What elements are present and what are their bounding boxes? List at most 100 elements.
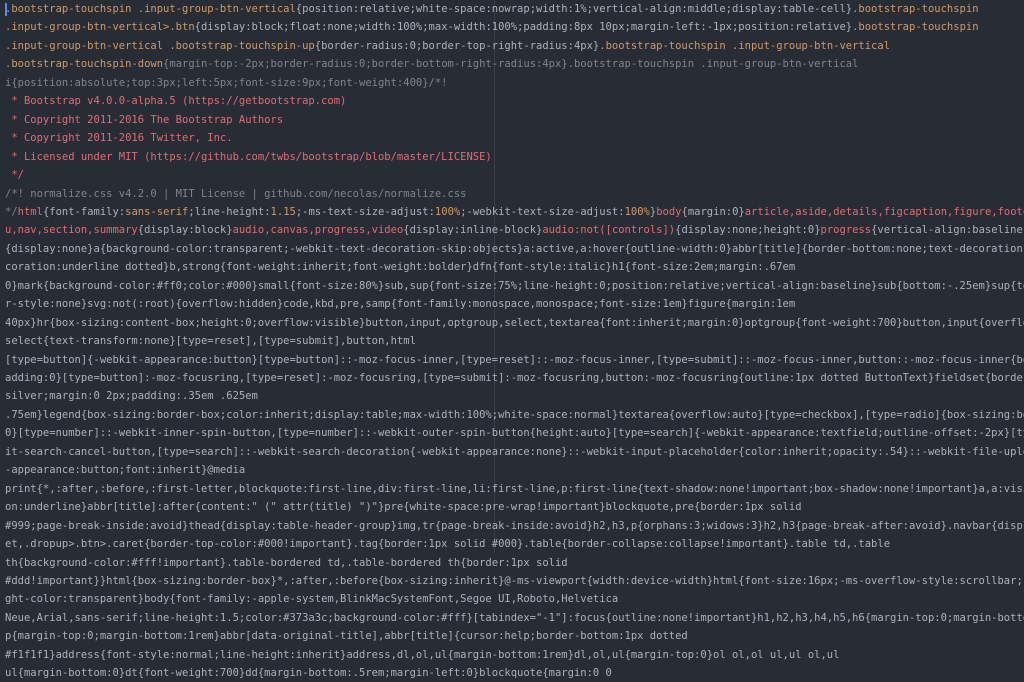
code-token: #ddd!important}}html{box-sizing:border-b… <box>5 574 1024 587</box>
code-token: [type=button]{-webkit-appearance:button}… <box>5 353 1024 366</box>
code-token: .bootstrap-touchspin-down <box>5 58 164 71</box>
code-line[interactable]: #f1f1f1}address{font-style:normal;line-h… <box>5 646 1024 664</box>
code-token: /*! normalize.css v4.2.0 | MIT License |… <box>5 187 473 200</box>
code-line[interactable]: #999;page-break-inside:avoid}thead{displ… <box>5 517 1024 535</box>
code-token: on:underline}abbr[title]:after{content:"… <box>5 501 802 514</box>
code-line[interactable]: .bootstrap-touchspin-down{margin-top:-2p… <box>5 55 1024 73</box>
code-token: {border-radius:0;border-top-right-radius… <box>314 39 600 52</box>
code-token: body <box>656 205 682 218</box>
code-line[interactable]: [type=button]{-webkit-appearance:button}… <box>5 351 1024 369</box>
code-token: et,.dropup>.btn>.caret{border-top-color:… <box>5 538 891 551</box>
code-token: .bootstrap-touchspin .input-group-btn-ve… <box>599 39 891 52</box>
code-token: audio,canvas,progress,video <box>232 224 404 237</box>
code-line[interactable]: * Licensed under MIT (https://github.com… <box>5 148 1024 166</box>
code-line[interactable]: -appearance:button;font:inherit}@media <box>5 461 1024 479</box>
code-token: {display:block} <box>137 224 233 237</box>
code-token: {margin:0} <box>681 205 745 218</box>
code-line[interactable]: ght-color:transparent}body{font-family:-… <box>5 590 1024 608</box>
code-token: ul{margin-bottom:0}dt{font-weight:700}dd… <box>5 667 612 680</box>
code-token: .bootstrap-touchspin <box>852 3 979 15</box>
code-line[interactable]: on:underline}abbr[title]:after{content:"… <box>5 498 1024 516</box>
code-line[interactable]: print{*,:after,:before,:first-letter,blo… <box>5 480 1024 498</box>
code-line[interactable]: * Bootstrap v4.0.0-alpha.5 (https://getb… <box>5 92 1024 110</box>
code-token: 1.15 <box>270 205 296 218</box>
code-line[interactable]: adding:0}[type=button]:-moz-focusring,[t… <box>5 369 1024 387</box>
code-token: silver;margin:0 2px;padding:.35em .625em <box>5 390 258 403</box>
code-line[interactable]: ul{margin-bottom:0}dt{font-weight:700}dd… <box>5 664 1024 682</box>
code-line[interactable]: i{position:absolute;top:3px;left:5px;fon… <box>5 74 1024 92</box>
code-token: ;-ms-text-size-adjust: <box>295 205 435 218</box>
code-line[interactable]: .75em}legend{box-sizing:border-box;color… <box>5 406 1024 424</box>
code-line[interactable]: th{background-color:#fff!important}.tabl… <box>5 554 1024 572</box>
code-token: audio:not([controls]) <box>542 224 676 237</box>
code-line[interactable]: coration:underline dotted}b,strong{font-… <box>5 258 1024 276</box>
code-line[interactable]: it-search-cancel-button,[type=search]::-… <box>5 443 1024 461</box>
code-token: ght-color:transparent}body{font-family:-… <box>5 593 619 606</box>
code-line[interactable]: * Copyright 2011-2016 Twitter, Inc. <box>5 129 1024 147</box>
code-token: {position:relative;white-space:nowrap;wi… <box>295 3 853 15</box>
code-line[interactable]: .input-group-btn-vertical>.btn{display:b… <box>5 18 1024 36</box>
code-token: */ <box>5 169 24 182</box>
code-token: -appearance:button;font:inherit}@media <box>5 464 246 477</box>
code-token: {display:none}a{background-color:transpa… <box>5 242 1024 255</box>
code-token: adding:0}[type=button]:-moz-focusring,[t… <box>5 372 1024 384</box>
code-token: u,nav,section,summary <box>5 224 138 237</box>
code-token: * Licensed under MIT (https://github.com… <box>5 150 492 163</box>
code-token: #999;page-break-inside:avoid}thead{displ… <box>5 519 1024 532</box>
code-line[interactable]: 40px}hr{box-sizing:content-box;height:0;… <box>5 314 1024 332</box>
code-token: * Copyright 2011-2016 Twitter, Inc. <box>5 132 233 145</box>
code-token: {font-family: <box>42 205 126 218</box>
code-token: 100% <box>624 205 650 218</box>
code-token: 0}[type=number]::-webkit-inner-spin-butt… <box>5 427 1024 440</box>
code-line[interactable]: /*! normalize.css v4.2.0 | MIT License |… <box>5 185 1024 203</box>
code-token: {vertical-align:baseline} <box>871 224 1024 237</box>
code-token: sans-serif <box>125 205 189 218</box>
code-token: ;line-height: <box>188 205 271 218</box>
code-editor[interactable]: .bootstrap-touchspin .input-group-btn-ve… <box>0 0 1024 679</box>
code-token: 0}mark{background-color:#ff0;color:#000}… <box>5 279 1024 292</box>
code-token: ;-webkit-text-size-adjust: <box>460 205 625 218</box>
code-line[interactable]: Neue,Arial,sans-serif;line-height:1.5;co… <box>5 609 1024 627</box>
code-token: coration:underline dotted}b,strong{font-… <box>5 261 796 274</box>
code-line[interactable]: {display:none}a{background-color:transpa… <box>5 240 1024 258</box>
code-line[interactable]: 0}[type=number]::-webkit-inner-spin-butt… <box>5 424 1024 442</box>
code-token: {display:block;float:none;width:100%;max… <box>194 21 853 34</box>
code-token: it-search-cancel-button,[type=search]::-… <box>5 445 1024 458</box>
code-token: .bootstrap-touchspin .input-group-btn-ve… <box>5 3 296 15</box>
code-token: select{text-transform:none}[type=reset],… <box>5 335 416 348</box>
code-token: * Copyright 2011-2016 The Bootstrap Auth… <box>5 113 284 126</box>
code-token: 40px}hr{box-sizing:content-box;height:0;… <box>5 316 1024 329</box>
code-token: 100% <box>434 205 461 218</box>
code-token: .input-group-btn-vertical>.btn <box>5 21 195 34</box>
code-line[interactable]: u,nav,section,summary{display:block}audi… <box>5 221 1024 239</box>
code-line[interactable]: silver;margin:0 2px;padding:.35em .625em <box>5 387 1024 405</box>
code-token: i{position:absolute;top:3px;left:5px;fon… <box>5 76 448 89</box>
code-token: progress <box>820 224 872 237</box>
code-token: * Bootstrap v4.0.0-alpha.5 (https://getb… <box>5 95 347 108</box>
code-line[interactable]: .bootstrap-touchspin .input-group-btn-ve… <box>5 0 1024 18</box>
code-line[interactable]: select{text-transform:none}[type=reset],… <box>5 332 1024 350</box>
code-token: #f1f1f1}address{font-style:normal;line-h… <box>5 648 840 661</box>
code-token: */ <box>5 205 18 218</box>
code-line[interactable]: */html{font-family:sans-serif;line-heigh… <box>5 203 1024 221</box>
code-token: {display:inline-block} <box>403 224 543 237</box>
code-token: .input-group-btn-vertical .bootstrap-tou… <box>5 39 315 52</box>
text-cursor <box>5 3 7 16</box>
code-token: .bootstrap-touchspin <box>852 21 979 34</box>
code-line[interactable]: * Copyright 2011-2016 The Bootstrap Auth… <box>5 111 1024 129</box>
code-token: print{*,:after,:before,:first-letter,blo… <box>5 482 1024 495</box>
code-line[interactable]: 0}mark{background-color:#ff0;color:#000}… <box>5 277 1024 295</box>
code-token: {display:none;height:0} <box>675 224 821 237</box>
code-token: p{margin-top:0;margin-bottom:1rem}abbr[d… <box>5 630 688 643</box>
code-token: th{background-color:#fff!important}.tabl… <box>5 556 568 569</box>
code-line[interactable]: */ <box>5 166 1024 184</box>
code-token: .75em}legend{box-sizing:border-box;color… <box>5 408 1024 421</box>
code-line[interactable]: .input-group-btn-vertical .bootstrap-tou… <box>5 37 1024 55</box>
code-token: html <box>17 205 43 218</box>
code-line[interactable]: #ddd!important}}html{box-sizing:border-b… <box>5 572 1024 590</box>
code-line[interactable]: p{margin-top:0;margin-bottom:1rem}abbr[d… <box>5 627 1024 645</box>
code-token: r-style:none}svg:not(:root){overflow:hid… <box>5 298 796 311</box>
code-line[interactable]: et,.dropup>.btn>.caret{border-top-color:… <box>5 535 1024 553</box>
code-line[interactable]: r-style:none}svg:not(:root){overflow:hid… <box>5 295 1024 313</box>
code-token: Neue,Arial,sans-serif;line-height:1.5;co… <box>5 611 1024 624</box>
